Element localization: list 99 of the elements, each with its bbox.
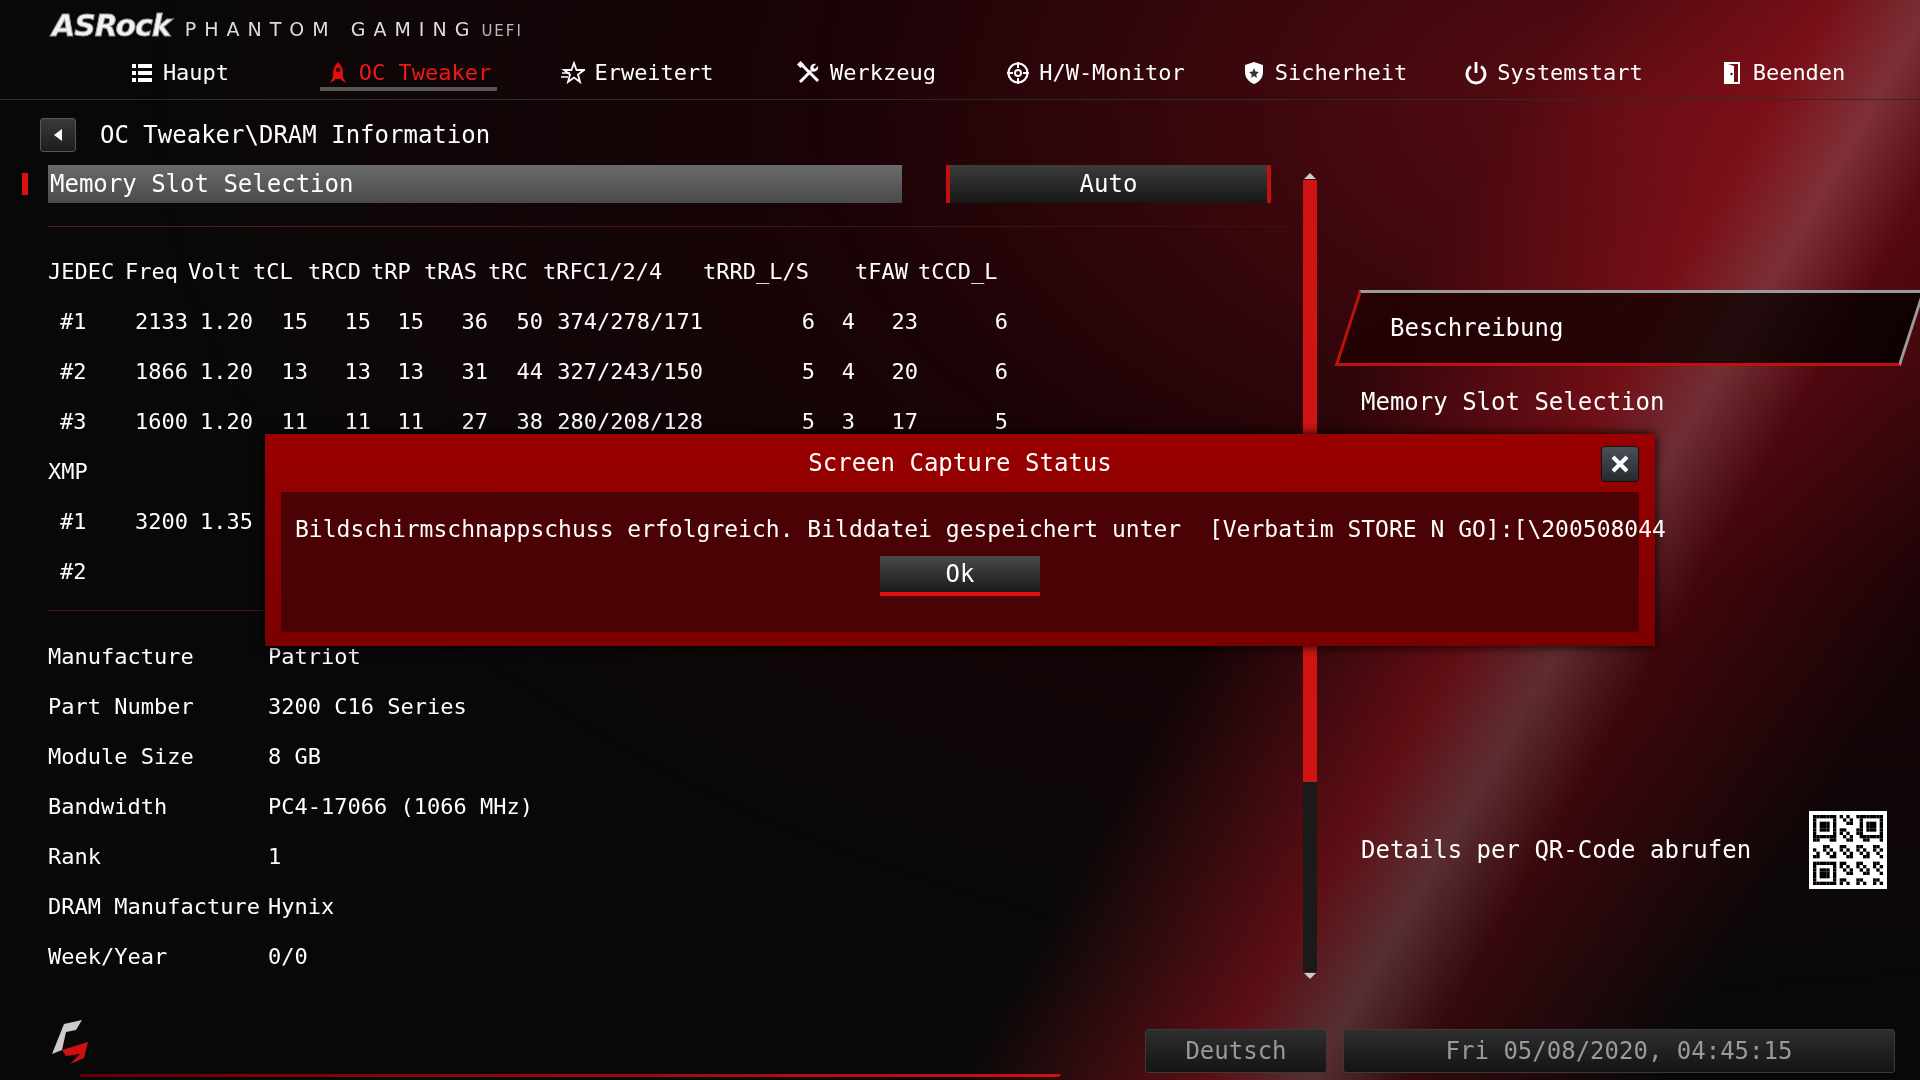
table-cell-text: #2 [59, 358, 88, 384]
product-suffix: UEFI [481, 22, 523, 40]
menu-tab[interactable]: H/W-Monitor [1000, 56, 1191, 91]
column-header: tRC [488, 258, 529, 284]
crosshair-icon [1006, 60, 1031, 85]
brand-logo: ASRock [52, 8, 171, 43]
menu-tab[interactable]: Erweitert [555, 56, 720, 91]
column-header: tFAW [855, 258, 909, 284]
close-button[interactable] [1601, 446, 1639, 482]
setting-value-button[interactable]: Auto [946, 165, 1271, 203]
column-header: tCCD_L [918, 258, 999, 284]
table-cell-text: 6 [993, 358, 1008, 384]
table-cell-text: 374/278/171 [556, 308, 703, 334]
table-cell-text: #1 [59, 308, 88, 334]
table-cell-text: 13 [280, 358, 308, 384]
table-cell-text: 11 [396, 408, 424, 434]
info-value: 3200 C16 Series [268, 693, 468, 719]
table-cell-text: 13 [343, 358, 371, 384]
table-cell-text: 3 [840, 408, 855, 434]
close-icon [1610, 454, 1630, 474]
table-cell-text: 2133 [134, 308, 188, 334]
table-cell-text: 23 [890, 308, 918, 334]
table-cell-text: 15 [343, 308, 371, 334]
column-header: JEDEC [48, 258, 116, 284]
column-header: tRCD [308, 258, 362, 284]
table-cell-text: 11 [280, 408, 308, 434]
table-cell-text: 327/243/150 [556, 358, 703, 384]
table-cell-text: 17 [890, 408, 918, 434]
table-cell-text: 5 [800, 358, 815, 384]
table-cell-text: 1600 [134, 408, 188, 434]
menu-tab[interactable]: Werkzeug [791, 56, 942, 91]
menu-tab[interactable]: OC Tweaker [319, 56, 498, 91]
table-cell-text: 6 [993, 308, 1008, 334]
table-cell-text: 1866 [134, 358, 188, 384]
dialog-title: Screen Capture Status [808, 449, 1112, 477]
table-cell-text: 1.20 [199, 358, 253, 384]
column-header: Freq [125, 258, 179, 284]
menu-tab[interactable]: Beenden [1713, 56, 1852, 91]
info-value: 8 GB [268, 743, 322, 769]
table-cell-text: 5 [800, 408, 815, 434]
table-cell-text: 27 [460, 408, 488, 434]
info-label: Week/Year [48, 943, 169, 969]
qr-hint: Details per QR-Code abrufen [1361, 836, 1752, 864]
table-cell-text: #1 [59, 508, 88, 534]
info-label: Module Size [48, 743, 195, 769]
table-cell-text: 44 [515, 358, 543, 384]
menu-tab[interactable]: Sicherheit [1235, 56, 1414, 91]
column-header: tRRD_L/S [703, 258, 810, 284]
table-cell-text: 13 [396, 358, 424, 384]
star-icon [561, 60, 586, 85]
section-label: XMP [48, 458, 89, 484]
table-cell-text: 50 [515, 308, 543, 334]
table-cell-text: 20 [890, 358, 918, 384]
info-value: Hynix [268, 893, 336, 919]
table-cell-text: 31 [460, 358, 488, 384]
date-time: Fri 05/08/2020, 04:45:15 [1343, 1029, 1895, 1073]
menu-tab[interactable]: Haupt [123, 56, 236, 91]
info-value: PC4-17066 (1066 MHz) [268, 793, 534, 819]
info-label: Part Number [48, 693, 195, 719]
dialog-message: Bildschirmschnappschuss erfolgreich. Bilddatei gespeichert unter [Verbatim STORE N GO]:[\200508044 [294, 516, 1666, 542]
breadcrumb: OC Tweaker\DRAM Information [100, 121, 491, 149]
table-cell-text: #2 [59, 558, 88, 584]
table-cell-text: 36 [460, 308, 488, 334]
info-label: Bandwidth [48, 793, 169, 819]
table-cell-text: 6 [800, 308, 815, 334]
column-header: tRFC1/2/4 [543, 258, 664, 284]
setting-label[interactable]: Memory Slot Selection [48, 165, 902, 203]
info-label: Rank [48, 843, 102, 869]
product-name: PHANTOM GAMING [184, 18, 478, 40]
column-header: tCL [253, 258, 294, 284]
info-value: 0/0 [268, 943, 309, 969]
power-icon [1464, 60, 1489, 85]
column-header: tRAS [424, 258, 478, 284]
info-label: Manufacture [48, 643, 195, 669]
table-cell-text: 11 [343, 408, 371, 434]
description-text: Memory Slot Selection [1361, 388, 1666, 416]
info-label: DRAM Manufacture [48, 893, 261, 919]
ok-button[interactable]: Ok [880, 556, 1040, 596]
table-cell-text: 4 [840, 308, 855, 334]
column-header: tRP [371, 258, 412, 284]
column-header: Volt [188, 258, 242, 284]
language-selector[interactable]: Deutsch [1145, 1029, 1327, 1073]
info-value: 1 [268, 843, 283, 869]
table-cell-text: 15 [396, 308, 424, 334]
back-button[interactable] [40, 118, 76, 152]
table-cell-text: 1.20 [199, 308, 253, 334]
table-cell-text: 280/208/128 [556, 408, 703, 434]
tools-icon [797, 60, 821, 85]
table-cell-text: 15 [280, 308, 308, 334]
table-cell-text: 4 [840, 358, 855, 384]
table-cell-text: 3200 [134, 508, 188, 534]
table-cell-text: 38 [515, 408, 543, 434]
info-value: Patriot [268, 643, 362, 669]
table-cell-text: 5 [993, 408, 1008, 434]
description-header: Beschreibung [1334, 290, 1920, 366]
table-cell-text: #3 [59, 408, 88, 434]
table-cell-text: 1.20 [199, 408, 253, 434]
menu-tab[interactable]: Systemstart [1458, 56, 1649, 91]
table-cell-text: 1.35 [199, 508, 253, 534]
